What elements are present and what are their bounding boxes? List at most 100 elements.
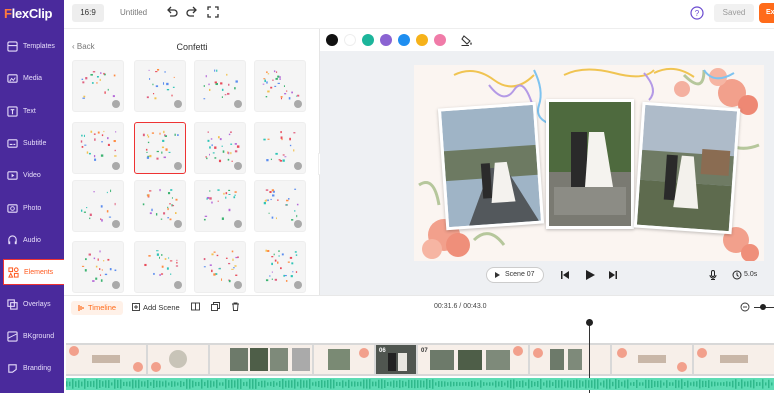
duration-clock-icon[interactable] bbox=[732, 270, 742, 280]
project-title[interactable]: Untitled bbox=[120, 8, 147, 17]
confetti-tile[interactable] bbox=[254, 60, 306, 112]
add-element-icon[interactable] bbox=[294, 162, 302, 170]
scene-clip[interactable] bbox=[612, 345, 692, 374]
scene-clip[interactable]: 06 bbox=[376, 345, 416, 374]
wedding-photo-3[interactable] bbox=[633, 101, 741, 235]
logo: FlexClip bbox=[4, 6, 53, 21]
add-scene-button[interactable]: Add Scene bbox=[132, 302, 180, 312]
fullscreen-icon[interactable] bbox=[207, 6, 219, 18]
confetti-tile[interactable] bbox=[254, 122, 306, 174]
confetti-tile[interactable] bbox=[194, 60, 246, 112]
saved-status: Saved bbox=[714, 4, 754, 22]
confetti-tile[interactable] bbox=[194, 122, 246, 174]
subtitle-icon bbox=[7, 139, 18, 148]
playhead-knob[interactable] bbox=[586, 319, 593, 326]
video-canvas[interactable] bbox=[414, 65, 764, 261]
zoom-slider[interactable] bbox=[754, 304, 774, 310]
color-swatch-black[interactable] bbox=[326, 34, 338, 46]
add-element-icon[interactable] bbox=[234, 162, 242, 170]
help-icon[interactable]: ? bbox=[690, 6, 704, 20]
add-element-icon[interactable] bbox=[174, 100, 182, 108]
scene-clip[interactable] bbox=[66, 345, 146, 374]
scene-clip[interactable] bbox=[314, 345, 374, 374]
elements-panel: ‹ Back Confetti bbox=[64, 29, 320, 295]
color-swatch-blue[interactable] bbox=[398, 34, 410, 46]
split-icon[interactable] bbox=[191, 302, 200, 311]
export-button[interactable]: Ex bbox=[759, 3, 774, 23]
paint-bucket-icon[interactable] bbox=[461, 34, 473, 46]
undo-icon[interactable] bbox=[166, 6, 178, 18]
confetti-tile[interactable] bbox=[72, 241, 124, 293]
skip-forward-icon[interactable] bbox=[608, 270, 618, 280]
nav-item-audio[interactable]: Audio bbox=[0, 227, 64, 255]
color-swatch-teal[interactable] bbox=[362, 34, 374, 46]
zoom-out-icon[interactable] bbox=[740, 302, 750, 312]
timeline-ruler bbox=[64, 319, 774, 343]
scene-duration[interactable]: 5.0s bbox=[744, 271, 757, 278]
confetti-tile[interactable] bbox=[134, 180, 186, 232]
aspect-ratio-button[interactable]: 16:9 bbox=[72, 4, 104, 22]
add-element-icon[interactable] bbox=[112, 281, 120, 289]
confetti-tile[interactable] bbox=[254, 241, 306, 293]
video-icon bbox=[7, 171, 18, 180]
add-element-icon[interactable] bbox=[294, 281, 302, 289]
scene-clip[interactable] bbox=[694, 345, 774, 374]
confetti-tile[interactable] bbox=[72, 60, 124, 112]
zoom-slider-handle[interactable] bbox=[760, 304, 766, 310]
nav-item-photo[interactable]: Photo bbox=[0, 195, 64, 223]
confetti-tile[interactable] bbox=[134, 60, 186, 112]
confetti-tile[interactable] bbox=[254, 180, 306, 232]
add-element-icon[interactable] bbox=[294, 220, 302, 228]
skip-back-icon[interactable] bbox=[560, 270, 570, 280]
color-swatch-purple[interactable] bbox=[380, 34, 392, 46]
clip-badge: 06 bbox=[379, 348, 386, 354]
audio-icon bbox=[8, 235, 17, 245]
nav-item-templates[interactable]: Templates bbox=[0, 33, 64, 61]
scene-clip[interactable] bbox=[530, 345, 610, 374]
confetti-tile[interactable] bbox=[194, 180, 246, 232]
add-element-icon[interactable] bbox=[174, 162, 182, 170]
add-element-icon[interactable] bbox=[174, 281, 182, 289]
nav-item-branding[interactable]: Branding bbox=[0, 355, 64, 383]
audio-waveform bbox=[66, 379, 773, 389]
add-element-icon[interactable] bbox=[234, 220, 242, 228]
add-element-icon[interactable] bbox=[112, 220, 120, 228]
nav-item-subtitle[interactable]: Subtitle bbox=[0, 130, 64, 158]
nav-item-text[interactable]: Text bbox=[0, 98, 64, 126]
clip-badge: 07 bbox=[421, 348, 428, 354]
confetti-tile[interactable] bbox=[72, 122, 124, 174]
wedding-photo-2[interactable] bbox=[546, 99, 634, 229]
nav-item-bkground[interactable]: BKground bbox=[0, 323, 64, 351]
play-icon[interactable] bbox=[584, 269, 596, 281]
add-element-icon[interactable] bbox=[234, 100, 242, 108]
confetti-tile[interactable] bbox=[134, 122, 186, 174]
add-scene-icon bbox=[132, 303, 140, 311]
add-element-icon[interactable] bbox=[174, 220, 182, 228]
add-element-icon[interactable] bbox=[112, 100, 120, 108]
scene-selector[interactable]: Scene 07 bbox=[486, 267, 544, 283]
add-element-icon[interactable] bbox=[234, 281, 242, 289]
nav-item-elements[interactable]: Elements bbox=[3, 259, 65, 285]
color-swatch-yellow[interactable] bbox=[416, 34, 428, 46]
add-element-icon[interactable] bbox=[112, 162, 120, 170]
scene-clip[interactable] bbox=[148, 345, 208, 374]
confetti-tile[interactable] bbox=[72, 180, 124, 232]
timeline-toggle[interactable]: Timeline bbox=[71, 301, 123, 315]
scene-clip[interactable]: 07 bbox=[418, 345, 528, 374]
confetti-tile[interactable] bbox=[194, 241, 246, 293]
delete-icon[interactable] bbox=[231, 302, 240, 311]
audio-track[interactable] bbox=[66, 378, 774, 390]
nav-item-media[interactable]: Media bbox=[0, 65, 64, 93]
duplicate-icon[interactable] bbox=[211, 302, 220, 311]
microphone-icon[interactable] bbox=[708, 270, 718, 280]
left-nav: FlexClip Templates Media Text Subtitle V… bbox=[0, 0, 65, 393]
scene-clip[interactable] bbox=[210, 345, 312, 374]
confetti-tile[interactable] bbox=[134, 241, 186, 293]
redo-icon[interactable] bbox=[186, 6, 198, 18]
color-swatch-pink[interactable] bbox=[434, 34, 446, 46]
add-element-icon[interactable] bbox=[294, 100, 302, 108]
nav-item-overlays[interactable]: Overlays bbox=[0, 291, 64, 319]
nav-item-video[interactable]: Video bbox=[0, 162, 64, 190]
wedding-photo-1[interactable] bbox=[437, 101, 545, 231]
color-swatch-white[interactable] bbox=[344, 34, 356, 46]
